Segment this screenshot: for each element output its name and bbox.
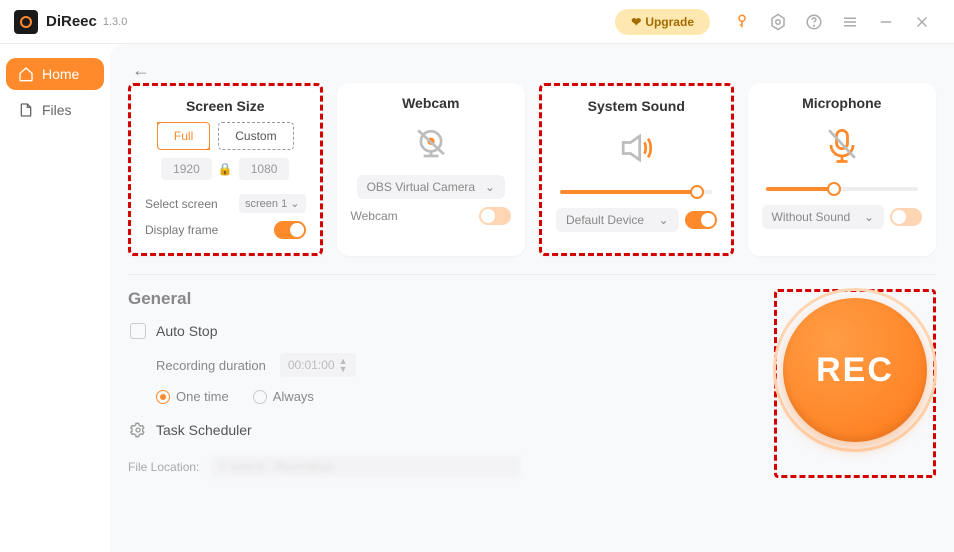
system-sound-toggle[interactable] <box>685 211 717 229</box>
microphone-toggle[interactable] <box>890 208 922 226</box>
card-title: Microphone <box>802 95 881 111</box>
webcam-toggle-label: Webcam <box>351 209 474 223</box>
upgrade-label: Upgrade <box>645 15 694 29</box>
home-icon <box>18 66 34 82</box>
always-label: Always <box>273 389 314 404</box>
lock-icon[interactable]: 🔒 <box>218 162 233 176</box>
card-title: Screen Size <box>186 98 265 114</box>
file-location-label: File Location: <box>128 460 199 474</box>
duration-value: 00:01:00 <box>288 358 335 372</box>
select-screen-dropdown[interactable]: screen 1 ⌄ <box>239 194 305 213</box>
settings-icon[interactable] <box>767 11 789 33</box>
sidebar-item-files[interactable]: Files <box>6 94 104 126</box>
sidebar: Home Files <box>0 44 110 552</box>
webcam-device-label: OBS Virtual Camera <box>367 180 476 194</box>
display-frame-label: Display frame <box>145 223 218 237</box>
system-sound-card: System Sound Default Device ⌄ <box>539 83 734 256</box>
auto-stop-checkbox[interactable] <box>130 323 146 339</box>
display-frame-toggle[interactable] <box>274 221 306 239</box>
webcam-card: Webcam OBS Virtual Camera ⌄ Webcam <box>337 83 526 256</box>
record-button[interactable]: REC <box>783 298 927 442</box>
minimize-button[interactable] <box>875 11 897 33</box>
main-panel: ← Screen Size Full Custom 1920 🔒 1080 Se… <box>110 44 954 552</box>
sidebar-item-label: Home <box>42 66 79 82</box>
webcam-off-icon <box>409 123 453 167</box>
auto-stop-label: Auto Stop <box>156 323 218 339</box>
system-sound-device-label: Default Device <box>566 213 644 227</box>
sidebar-item-label: Files <box>42 102 72 118</box>
app-name: DiReec <box>46 13 97 30</box>
upgrade-button[interactable]: ❤ Upgrade <box>615 9 710 35</box>
titlebar: DiReec 1.3.0 ❤ Upgrade <box>0 0 954 44</box>
stepper-icon: ▲▼ <box>339 357 348 373</box>
menu-icon[interactable] <box>839 11 861 33</box>
screen-height-value: 1080 <box>239 158 290 180</box>
crown-icon: ❤ <box>631 15 641 29</box>
microphone-card: Microphone Without Sound ⌄ <box>748 83 937 256</box>
card-title: System Sound <box>588 98 685 114</box>
back-button[interactable]: ← <box>132 60 936 81</box>
microphone-device-select[interactable]: Without Sound ⌄ <box>762 205 885 229</box>
app-version: 1.3.0 <box>103 16 127 28</box>
files-icon <box>18 102 34 118</box>
recording-duration-input[interactable]: 00:01:00 ▲▼ <box>280 353 356 377</box>
chevron-down-icon: ⌄ <box>864 210 874 224</box>
file-location-path[interactable]: C:\Users\...\Recordings <box>211 456 521 478</box>
one-time-label: One time <box>176 389 229 404</box>
recording-duration-label: Recording duration <box>156 358 266 373</box>
screen-width-value: 1920 <box>161 158 212 180</box>
chevron-down-icon: ⌄ <box>290 198 299 210</box>
screen-custom-button[interactable]: Custom <box>218 122 293 150</box>
general-title: General <box>128 289 774 309</box>
webcam-device-select[interactable]: OBS Virtual Camera ⌄ <box>357 175 505 199</box>
chevron-down-icon: ⌄ <box>485 180 495 194</box>
close-button[interactable] <box>911 11 933 33</box>
always-radio[interactable]: Always <box>253 389 314 404</box>
card-title: Webcam <box>402 95 459 111</box>
system-sound-slider[interactable] <box>560 190 712 194</box>
source-cards: Screen Size Full Custom 1920 🔒 1080 Sele… <box>128 83 936 256</box>
one-time-radio[interactable]: One time <box>156 389 229 404</box>
system-sound-device-select[interactable]: Default Device ⌄ <box>556 208 679 232</box>
general-section: General Auto Stop Recording duration 00:… <box>128 289 774 478</box>
chevron-down-icon: ⌄ <box>658 213 668 227</box>
divider <box>128 274 936 275</box>
sidebar-item-home[interactable]: Home <box>6 58 104 90</box>
microphone-off-icon <box>820 123 864 167</box>
microphone-slider[interactable] <box>766 187 918 191</box>
key-icon[interactable] <box>731 11 753 33</box>
help-icon[interactable] <box>803 11 825 33</box>
screen-size-card: Screen Size Full Custom 1920 🔒 1080 Sele… <box>128 83 323 256</box>
record-button-zone: REC <box>774 289 936 478</box>
webcam-toggle[interactable] <box>479 207 511 225</box>
gear-icon <box>130 422 146 438</box>
speaker-icon <box>614 126 658 170</box>
app-logo <box>14 10 38 34</box>
task-scheduler-label[interactable]: Task Scheduler <box>156 422 252 438</box>
select-screen-label: Select screen <box>145 197 218 211</box>
record-label: REC <box>816 351 894 390</box>
microphone-device-label: Without Sound <box>772 210 851 224</box>
screen-full-button[interactable]: Full <box>157 122 210 150</box>
